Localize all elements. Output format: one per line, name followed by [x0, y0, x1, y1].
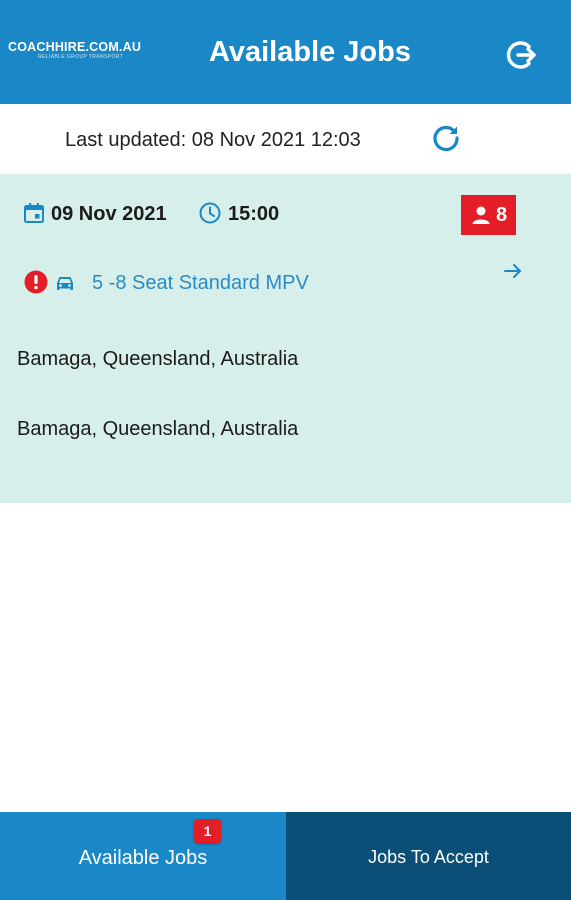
- arrow-right-icon: [504, 264, 521, 278]
- bottom-tab-bar: Available Jobs 1 Jobs To Accept: [0, 812, 571, 900]
- available-jobs-count-badge: 1: [194, 819, 221, 843]
- pickup-location: Bamaga, Queensland, Australia: [17, 348, 299, 370]
- job-time: 15:00: [228, 203, 280, 225]
- refresh-icon: [433, 125, 459, 152]
- last-updated-text: Last updated: 08 Nov 2021 12:03: [65, 129, 361, 151]
- vehicle-type-link[interactable]: 5 -8 Seat Standard MPV: [92, 271, 309, 295]
- tab-available-jobs-label: Available Jobs: [78, 847, 208, 869]
- calendar-icon: [24, 203, 44, 223]
- logo: COACHHIRE.COM.AU RELIABLE GROUP TRANSPOR…: [8, 40, 148, 70]
- last-updated-bar: Last updated: 08 Nov 2021 12:03: [0, 104, 571, 174]
- logout-button[interactable]: [500, 34, 542, 76]
- refresh-button[interactable]: [428, 120, 464, 156]
- job-date: 09 Nov 2021: [51, 203, 167, 225]
- alert-icon: [24, 270, 48, 294]
- logo-tagline: RELIABLE GROUP TRANSPORT: [38, 54, 124, 60]
- logout-icon: [506, 41, 536, 69]
- job-details-button[interactable]: [500, 258, 526, 284]
- app-header: COACHHIRE.COM.AU RELIABLE GROUP TRANSPOR…: [0, 0, 571, 104]
- app-root: COACHHIRE.COM.AU RELIABLE GROUP TRANSPOR…: [0, 0, 571, 900]
- clock-icon: [199, 202, 221, 224]
- passenger-count-badge: 8: [461, 195, 516, 235]
- car-icon: [57, 277, 73, 290]
- logo-text: COACHHIRE.COM.AU: [8, 40, 142, 54]
- person-icon: [472, 206, 490, 224]
- tab-available-jobs[interactable]: Available Jobs 1: [0, 812, 286, 900]
- passenger-count: 8: [495, 204, 508, 226]
- tab-jobs-to-accept-label: Jobs To Accept: [368, 847, 489, 867]
- job-card[interactable]: 09 Nov 2021 15:00 8 5 -8 Seat Standard M…: [0, 174, 571, 503]
- tab-jobs-to-accept[interactable]: Jobs To Accept: [286, 812, 571, 900]
- dropoff-location: Bamaga, Queensland, Australia: [17, 418, 299, 440]
- page-title: Available Jobs: [208, 36, 411, 68]
